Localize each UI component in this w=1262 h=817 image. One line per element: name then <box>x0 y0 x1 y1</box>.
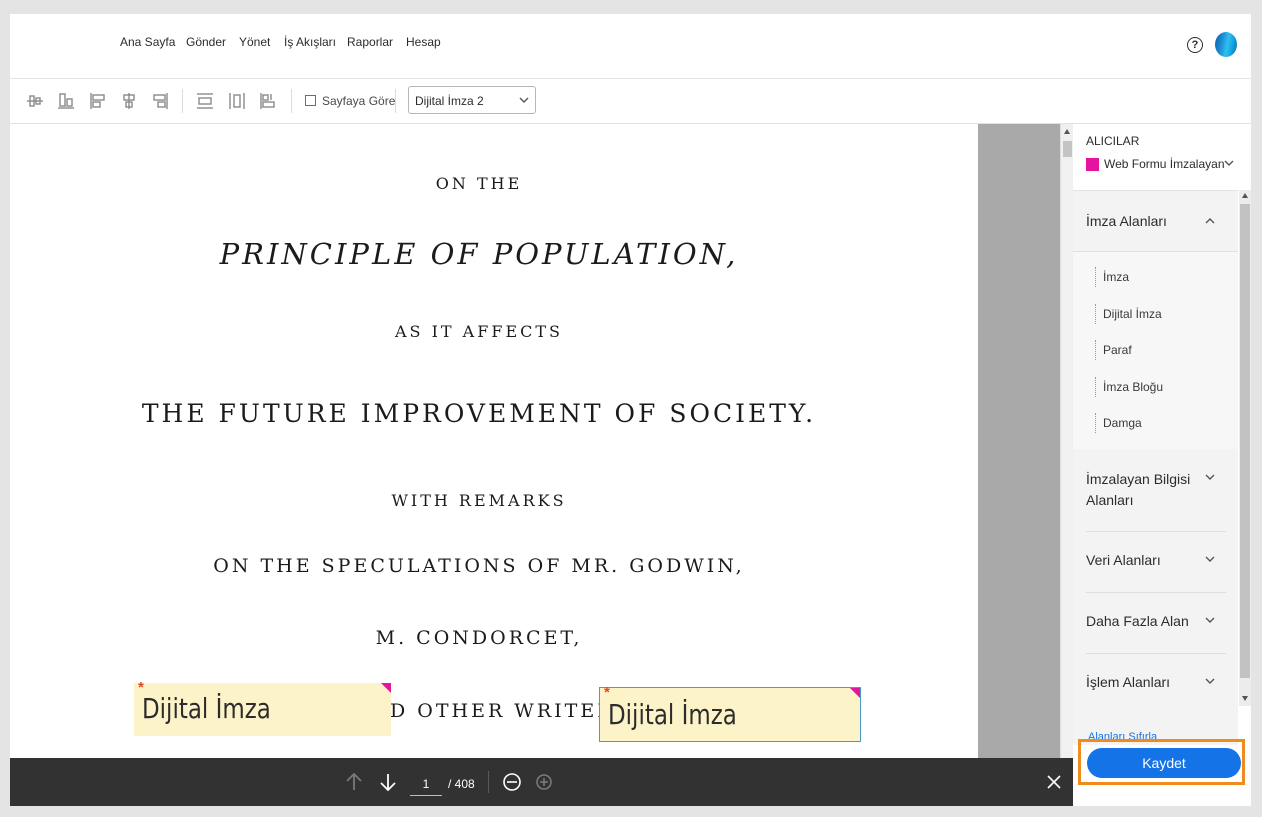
chevron-up-icon[interactable] <box>1205 217 1215 224</box>
toolbar-divider <box>291 89 292 113</box>
scrollbar-thumb[interactable] <box>1240 204 1250 678</box>
document-scrollbar[interactable] <box>1060 124 1074 758</box>
document-canvas: ON THE PRINCIPLE OF POPULATION, AS IT AF… <box>10 124 978 758</box>
align-right-icon[interactable] <box>151 92 169 110</box>
chevron-down-icon[interactable] <box>1205 678 1215 685</box>
zoom-in-icon[interactable] <box>534 772 554 792</box>
chevron-down-icon[interactable] <box>1224 160 1234 167</box>
doc-line: M. CONDORCET, <box>375 627 583 649</box>
section-title: İşlem Alanları <box>1086 674 1171 690</box>
recipient-selector[interactable]: Web Formu İmzalayan <box>1104 157 1225 171</box>
recipients-label: ALICILAR <box>1086 134 1140 148</box>
align-center-horizontal-icon[interactable] <box>120 92 138 110</box>
digital-signature-field[interactable]: * Dijital İmza <box>134 679 391 736</box>
avatar[interactable] <box>1215 32 1237 57</box>
toolbar-divider <box>182 89 183 113</box>
distribute-horizontal-icon[interactable] <box>228 92 246 110</box>
field-categories: İmza Alanları İmza Dijital İmza Paraf İm… <box>1073 190 1238 745</box>
page-total: / 408 <box>448 777 475 791</box>
recipient-color-swatch <box>1086 158 1099 171</box>
toolbar-divider <box>395 89 396 113</box>
nav-workflows[interactable]: İş Akışları <box>284 35 336 49</box>
doc-line: ON THE <box>435 174 523 193</box>
doc-line: AS IT AFFECTS <box>395 322 563 341</box>
doc-line: D OTHER WRITERS. <box>390 700 639 722</box>
field-item-digital-signature[interactable]: Dijital İmza <box>1095 304 1162 324</box>
section-title: Daha Fazla Alan <box>1086 613 1189 629</box>
page-navigation-bar: 1 / 408 <box>10 758 1074 806</box>
nav-manage[interactable]: Yönet <box>239 35 270 49</box>
section-title: Veri Alanları <box>1086 552 1161 568</box>
field-item-signature[interactable]: İmza <box>1095 267 1129 287</box>
pagebar-divider <box>488 771 489 793</box>
field-item-signature-block[interactable]: İmza Bloğu <box>1095 377 1163 397</box>
section-more-fields[interactable]: Daha Fazla Alan <box>1073 593 1238 653</box>
arrow-up-icon[interactable] <box>344 772 364 792</box>
section-transaction-fields[interactable]: İşlem Alanları <box>1073 654 1238 714</box>
app-window: Ana Sayfa Gönder Yönet İş Akışları Rapor… <box>10 14 1251 806</box>
nav-home[interactable]: Ana Sayfa <box>120 35 175 49</box>
align-left-icon[interactable] <box>89 92 107 110</box>
scroll-up-icon[interactable] <box>1241 193 1248 198</box>
digital-signature-field[interactable]: * Dijital İmza <box>599 684 861 742</box>
recipient-color-marker <box>381 683 391 693</box>
top-navigation: Ana Sayfa Gönder Yönet İş Akışları Rapor… <box>10 14 1251 79</box>
nav-reports[interactable]: Raporlar <box>347 35 393 49</box>
section-data-fields[interactable]: Veri Alanları <box>1073 532 1238 592</box>
zoom-out-icon[interactable] <box>502 772 522 792</box>
section-signer-info-fields[interactable]: İmzalayan Bilgisi Alanları <box>1073 449 1238 531</box>
close-icon[interactable] <box>1045 773 1063 791</box>
doc-line: ON THE SPECULATIONS OF MR. GODWIN, <box>213 555 745 577</box>
recipient-color-marker <box>850 688 860 698</box>
chevron-down-icon <box>519 97 529 103</box>
align-bottom-icon[interactable] <box>57 92 75 110</box>
doc-line: THE FUTURE IMPROVEMENT OF SOCIETY. <box>141 399 817 428</box>
chevron-down-icon[interactable] <box>1205 474 1215 481</box>
fields-panel: ALICILAR Web Formu İmzalayan İmza Alanla… <box>1073 124 1251 806</box>
field-item-stamp[interactable]: Damga <box>1095 413 1142 433</box>
field-toolbar: Sayfaya Göre Dijital İmza 2 <box>10 79 1251 124</box>
signature-field-label: Dijital İmza <box>142 692 271 725</box>
document-gutter <box>978 124 1060 758</box>
chevron-down-icon[interactable] <box>1205 556 1215 563</box>
page-number-input[interactable]: 1 <box>410 773 442 796</box>
distribute-vertical-icon[interactable] <box>196 92 214 110</box>
section-signature-fields[interactable]: İmza Alanları <box>1073 191 1238 251</box>
chevron-down-icon[interactable] <box>1205 617 1215 624</box>
panel-scrollbar[interactable] <box>1239 190 1251 706</box>
signature-field-list: İmza Dijital İmza Paraf İmza Bloğu Damga <box>1073 251 1238 450</box>
nav-account[interactable]: Hesap <box>406 35 441 49</box>
signature-field-label: Dijital İmza <box>608 698 737 731</box>
section-title: İmza Alanları <box>1086 213 1167 229</box>
nav-send[interactable]: Gönder <box>186 35 226 49</box>
field-item-initials[interactable]: Paraf <box>1095 340 1132 360</box>
match-size-icon[interactable] <box>259 92 277 110</box>
scroll-up-icon[interactable] <box>1064 129 1070 134</box>
field-select[interactable]: Dijital İmza 2 <box>408 86 536 114</box>
save-button[interactable]: Kaydet <box>1087 748 1241 778</box>
fit-to-page-label: Sayfaya Göre <box>322 94 396 108</box>
help-icon[interactable]: ? <box>1187 37 1203 53</box>
section-title: İmzalayan Bilgisi Alanları <box>1086 471 1191 508</box>
doc-line: WITH REMARKS <box>391 491 567 510</box>
doc-line: PRINCIPLE OF POPULATION, <box>219 237 739 271</box>
scroll-down-icon[interactable] <box>1241 696 1248 701</box>
fit-to-page-checkbox[interactable] <box>305 95 316 106</box>
field-select-value: Dijital İmza 2 <box>415 94 484 108</box>
scrollbar-thumb[interactable] <box>1063 141 1072 157</box>
arrow-down-icon[interactable] <box>378 772 398 792</box>
align-center-vertical-icon[interactable] <box>26 92 44 110</box>
